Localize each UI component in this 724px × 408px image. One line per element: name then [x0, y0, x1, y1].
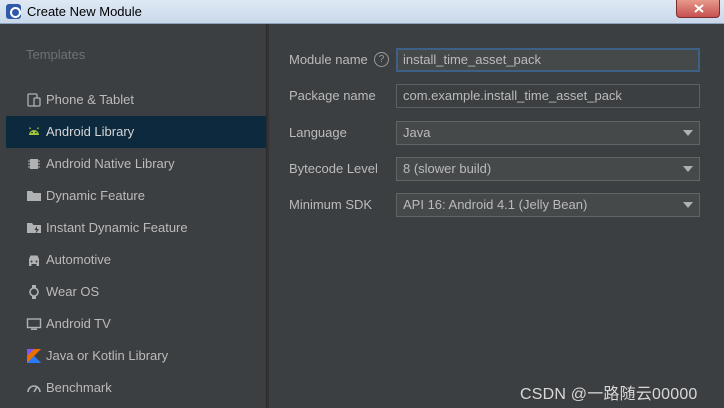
minimum-sdk-label: Minimum SDK — [289, 197, 373, 212]
bytecode-level-select[interactable]: 8 (slower build) — [396, 157, 700, 181]
benchmark-icon — [27, 385, 41, 393]
chevron-down-icon — [683, 202, 693, 208]
module-name-label: Module name — [289, 52, 368, 67]
package-name-label: Package name — [289, 88, 376, 103]
template-benchmark[interactable]: Benchmark — [6, 372, 266, 404]
language-select[interactable]: Java — [396, 121, 700, 145]
templates-header: Templates — [26, 47, 86, 62]
template-label: Android Native Library — [46, 156, 175, 171]
templates-pane: Templates Phone & Tablet Android Library — [6, 24, 267, 408]
template-android-tv[interactable]: Android TV — [6, 308, 266, 340]
template-label: Instant Dynamic Feature — [46, 220, 188, 235]
module-name-input[interactable]: install_time_asset_pack — [396, 48, 700, 72]
language-value: Java — [403, 125, 431, 140]
template-label: Phone & Tablet — [46, 92, 134, 107]
package-name-input[interactable]: com.example.install_time_asset_pack — [396, 84, 700, 108]
chevron-down-icon — [683, 166, 693, 172]
folder-bolt-icon — [27, 223, 41, 234]
template-phone-tablet[interactable]: Phone & Tablet — [6, 84, 266, 116]
template-wear-os[interactable]: Wear OS — [6, 276, 266, 308]
chip-icon — [28, 159, 40, 169]
chevron-down-icon — [683, 130, 693, 136]
close-icon — [694, 4, 704, 13]
car-icon — [29, 255, 39, 266]
template-dynamic-feature[interactable]: Dynamic Feature — [6, 180, 266, 212]
watermark: CSDN @一路随云00000 — [520, 386, 698, 403]
template-automotive[interactable]: Automotive — [6, 244, 266, 276]
tv-icon — [26, 318, 42, 330]
window-title: Create New Module — [27, 4, 142, 19]
phone-tablet-icon — [27, 93, 41, 107]
language-label: Language — [289, 125, 347, 140]
bytecode-level-label: Bytecode Level — [289, 161, 378, 176]
android-icon — [29, 127, 39, 135]
create-module-dialog: Create New Module Templates Phone & Tabl… — [0, 0, 724, 408]
android-studio-icon — [6, 4, 21, 19]
template-label: Android TV — [46, 316, 111, 331]
bytecode-level-value: 8 (slower build) — [403, 161, 492, 176]
template-label: Dynamic Feature — [46, 188, 145, 203]
close-button[interactable] — [676, 0, 720, 18]
template-label: Android Library — [46, 124, 135, 139]
template-label: Automotive — [46, 252, 112, 267]
module-config-form: Module name ? install_time_asset_pack Pa… — [269, 24, 724, 408]
template-java-kotlin-library[interactable]: Java or Kotlin Library — [6, 340, 266, 372]
template-label: Wear OS — [46, 284, 100, 299]
kotlin-icon — [27, 349, 41, 363]
template-instant-dynamic-feature[interactable]: Instant Dynamic Feature — [6, 212, 266, 244]
minimum-sdk-select[interactable]: API 16: Android 4.1 (Jelly Bean) — [396, 193, 700, 217]
folder-icon — [27, 191, 41, 201]
template-android-library[interactable]: Android Library — [6, 116, 266, 148]
template-label: Java or Kotlin Library — [46, 348, 169, 363]
template-label: Benchmark — [46, 380, 112, 395]
title-bar: Create New Module — [0, 0, 724, 24]
template-android-native-library[interactable]: Android Native Library — [6, 148, 266, 180]
watch-icon — [29, 285, 39, 299]
minimum-sdk-value: API 16: Android 4.1 (Jelly Bean) — [403, 197, 588, 212]
help-icon[interactable]: ? — [374, 52, 389, 67]
